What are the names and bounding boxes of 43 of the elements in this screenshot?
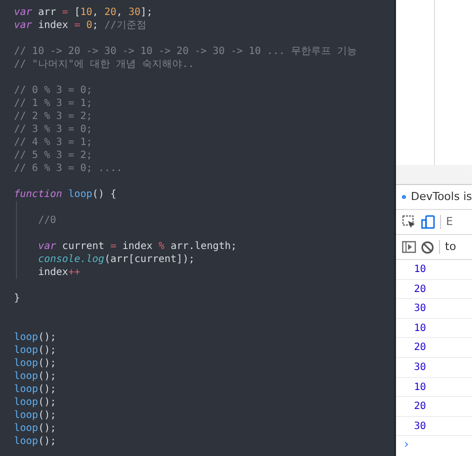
code-line: loop(); [14, 409, 56, 422]
inspect-icon[interactable] [402, 215, 416, 229]
code-line: loop(); [14, 357, 56, 370]
code-line: loop(); [14, 370, 56, 383]
code-line: // 1 % 3 = 1; [14, 97, 92, 110]
code-line: function loop() { [14, 188, 116, 201]
code-line: // 5 % 3 = 2; [14, 149, 92, 162]
console-log-value: 10 [396, 318, 472, 338]
info-bar-text: DevTools is [410, 188, 472, 205]
code-line: var current = index % arr.length; [37, 240, 237, 253]
device-icon[interactable] [421, 215, 435, 229]
console-log-value: 30 [396, 358, 472, 378]
context-selector[interactable]: to [445, 238, 456, 256]
code-line: // "나머지"에 대한 개념 숙지해야.. [14, 58, 194, 71]
console-log-value: 20 [396, 280, 472, 300]
console-log-value: 20 [396, 397, 472, 417]
code-line: // 3 % 3 = 0; [14, 123, 92, 136]
console-prompt[interactable]: › [396, 436, 472, 452]
clear-console-icon[interactable] [421, 240, 434, 254]
console-log-value: 10 [396, 378, 472, 398]
code-line: } [14, 292, 20, 305]
code-line: var index = 0; //기준점 [14, 19, 146, 32]
code-line: index++ [37, 266, 80, 279]
code-line: // 6 % 3 = 0; .... [14, 162, 122, 175]
code-line: loop(); [14, 422, 56, 435]
console-log-value: 30 [396, 416, 472, 436]
code-line: // 2 % 3 = 2; [14, 110, 92, 123]
code-line: loop(); [14, 344, 56, 357]
code-line: // 10 -> 20 -> 30 -> 10 -> 20 -> 30 -> 10 ... 무한루프 기능 [14, 45, 357, 58]
code-line: loop(); [14, 331, 56, 344]
code-line: loop(); [14, 435, 56, 448]
console-log-value: 10 [396, 260, 472, 280]
code-line: loop(); [14, 396, 56, 409]
panel-tab[interactable]: E [446, 214, 453, 230]
code-line: // 4 % 3 = 1; [14, 136, 92, 149]
code-line: // 0 % 3 = 0; [14, 84, 92, 97]
console-log-value: 30 [396, 299, 472, 319]
sidebar-icon[interactable] [402, 241, 416, 253]
console-log-value: 20 [396, 338, 472, 358]
code-line: console.log(arr[current]); [37, 253, 195, 266]
code-line: loop(); [14, 383, 56, 396]
code-line: //0 [37, 214, 56, 227]
code-line: var arr = [10, 20, 30]; [14, 6, 153, 19]
